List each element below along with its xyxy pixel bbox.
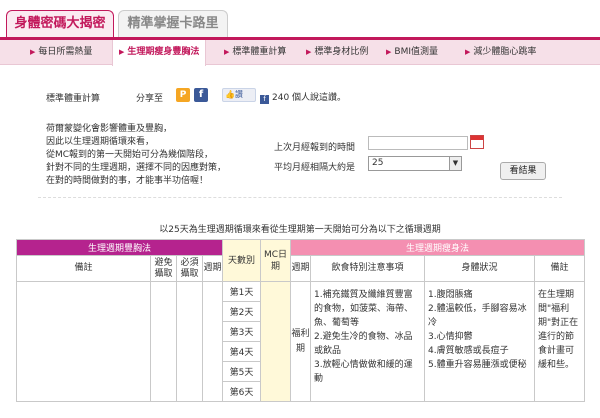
must-intake-header: 必須攝取: [176, 255, 203, 282]
arrow-right-icon: ▶: [306, 48, 312, 56]
avoid-intake-cell: [150, 281, 177, 402]
avg-cycle-select[interactable]: 25 ▼: [368, 156, 462, 171]
breast-method-header: 生理週期豐胸法: [15, 239, 224, 256]
subnav-period-slim[interactable]: ▶ 生理期瘦身豐胸法: [112, 40, 207, 66]
diet-notes-header: 飲食特別注意事項: [310, 255, 426, 282]
mc-date-column-header: MC日期: [260, 239, 292, 282]
top-tab-bar: 身體密碼大揭密 精準掌握卡路里: [0, 0, 600, 40]
body-status-header: 身體狀況: [424, 255, 536, 282]
calculator-title: 標準體重計算: [46, 94, 101, 104]
see-result-button[interactable]: 看結果: [500, 162, 546, 180]
slim-method-header: 生理週期瘦身法: [290, 239, 586, 256]
must-intake-cell: [176, 281, 203, 402]
facebook-icon: f: [260, 95, 269, 104]
left-note-header: 備註: [16, 255, 151, 282]
day-cell: 第1天: [222, 281, 262, 302]
right-cycle-header: 週期: [290, 255, 312, 282]
period-cycle-table: 生理週期豐胸法 天數別 MC日期 生理週期瘦身法 備註 避免攝取 必須攝取 週期…: [15, 239, 586, 402]
share-label: 分享至: [136, 94, 164, 104]
left-note-cell: [16, 281, 151, 402]
left-cycle-cell: [201, 281, 224, 402]
day-column-header: 天數別: [222, 239, 262, 282]
body-status-cell: 1.腹悶脹痛 2.體溫較低，手腳容易冰冷 3.心情抑鬱 4.膚質敏感或長痘子 5…: [424, 281, 536, 402]
right-note-header: 備註: [534, 255, 586, 282]
arrow-right-icon: ▶: [224, 48, 230, 56]
plurk-share-icon[interactable]: P: [176, 88, 190, 102]
day-cell: 第4天: [222, 341, 262, 362]
arrow-right-icon: ▶: [119, 48, 125, 56]
subnav-body-ratio[interactable]: ▶ 標準身材比例: [306, 40, 368, 65]
tab-calorie-control[interactable]: 精準掌握卡路里: [118, 10, 228, 37]
day-cell: 第3天: [222, 321, 262, 342]
day-cell: 第2天: [222, 301, 262, 322]
tab-body-secrets[interactable]: 身體密碼大揭密: [6, 10, 114, 37]
subnav-daily-calories[interactable]: ▶ 每日所需熱量: [30, 40, 92, 65]
avg-cycle-label: 平均月經相隔大約是: [274, 163, 356, 173]
arrow-right-icon: ▶: [30, 48, 36, 56]
subnav-fat-heartrate[interactable]: ▶ 減少體脂心跳率: [465, 40, 536, 65]
subnav-bmi[interactable]: ▶ BMI值測量: [386, 40, 438, 65]
arrow-right-icon: ▶: [386, 48, 392, 56]
like-count: f 240 個人說這讚。: [260, 90, 346, 104]
chevron-down-icon: ▼: [449, 157, 461, 170]
left-cycle-header: 週期: [201, 255, 224, 282]
description-text: 荷爾蒙變化會影響體重及豐胸， 因此以生理週期循環來看， 從MC報到的第一天開始可…: [46, 124, 227, 186]
period-name-cell: 福利期: [290, 281, 312, 402]
arrow-right-icon: ▶: [465, 48, 471, 56]
right-note-cell: 在生理期間"福利期"對正在進行的節食計畫可緩和些。: [534, 281, 586, 402]
sub-navigation: ▶ 每日所需熱量 ▶ 生理期瘦身豐胸法 ▶ 標準體重計算 ▶ 標準身材比例 ▶ BMI值測…: [0, 40, 600, 66]
day-cell: 第6天: [222, 381, 262, 402]
calculator-panel: 標準體重計算 分享至 P f 👍讚 f 240 個人說這讚。 荷爾蒙變化會影響體重…: [38, 78, 562, 198]
diet-notes-cell: 1.補充鐵質及纖維質豐富的食物，如菠菜、海帶、魚、葡萄等 2.避免生冷的食物、冰…: [310, 281, 426, 402]
facebook-share-icon[interactable]: f: [194, 88, 208, 102]
last-period-input[interactable]: [368, 136, 468, 150]
avoid-intake-header: 避免攝取: [150, 255, 177, 282]
table-caption: 以25天為生理週期循環來看從生理期第一天開始可分為以下之循環週期: [159, 225, 441, 235]
last-period-label: 上次月經報到的時間: [274, 143, 356, 153]
mc-date-cell: [260, 281, 292, 402]
day-cell: 第5天: [222, 361, 262, 382]
like-button[interactable]: 👍讚: [222, 88, 256, 102]
calendar-icon[interactable]: [470, 135, 484, 149]
subnav-standard-weight[interactable]: ▶ 標準體重計算: [224, 40, 286, 65]
